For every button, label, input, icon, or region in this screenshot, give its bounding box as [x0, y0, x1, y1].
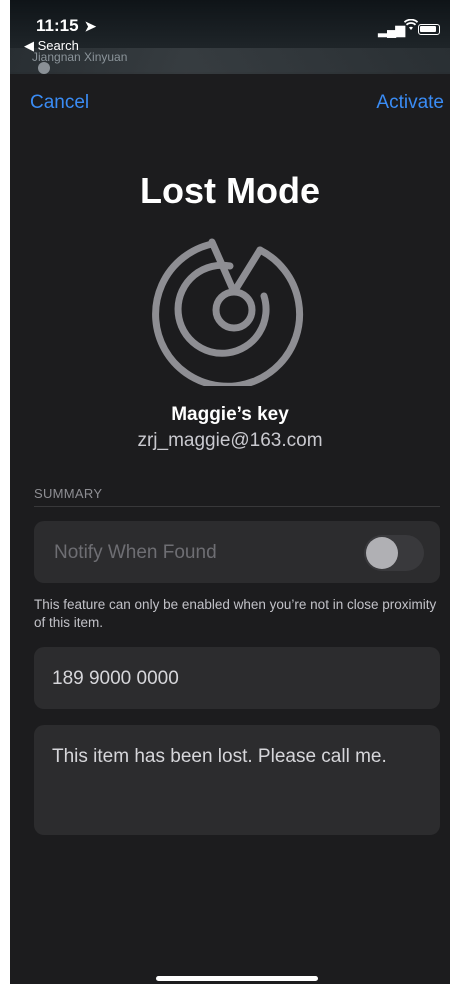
location-arrow-icon: ➤ — [84, 18, 97, 34]
section-divider — [34, 506, 440, 507]
message-field[interactable]: This item has been lost. Please call me. — [34, 725, 440, 835]
status-time: 11:15 ➤ — [36, 16, 96, 36]
page-title: Lost Mode — [140, 170, 320, 211]
wifi-icon — [403, 18, 419, 35]
back-to-search-link[interactable]: ◀ Search — [24, 38, 79, 54]
radar-icon — [152, 238, 304, 386]
notify-footnote: This feature can only be enabled when yo… — [34, 597, 437, 630]
map-pin-icon — [38, 62, 50, 74]
notify-when-found-label: Notify When Found — [54, 542, 217, 563]
home-indicator[interactable] — [156, 976, 318, 981]
message-value: This item has been lost. Please call me. — [52, 746, 387, 767]
notify-when-found-row: Notify When Found — [34, 521, 440, 583]
phone-number-value: 189 9000 0000 — [52, 668, 179, 689]
time-label: 11:15 — [36, 16, 79, 35]
notify-when-found-toggle[interactable] — [364, 535, 424, 571]
item-name: Maggie’s key — [171, 404, 289, 425]
battery-icon — [418, 24, 440, 35]
summary-section-title: SUMMARY — [34, 486, 103, 501]
cancel-button[interactable]: Cancel — [30, 92, 89, 114]
phone-number-field[interactable]: 189 9000 0000 — [34, 647, 440, 709]
lost-mode-sheet: Cancel Activate Lost Mode Maggie’s key z… — [10, 74, 450, 984]
activate-button[interactable]: Activate — [376, 92, 444, 114]
item-email: zrj_maggie@163.com — [137, 430, 323, 451]
signal-icon: ▂▄▆ — [378, 22, 405, 37]
phone-screen: Jiangnan Xinyuan 11:15 ➤ ◀ Search ▂▄▆ Can… — [10, 0, 450, 984]
toggle-knob — [366, 537, 398, 569]
